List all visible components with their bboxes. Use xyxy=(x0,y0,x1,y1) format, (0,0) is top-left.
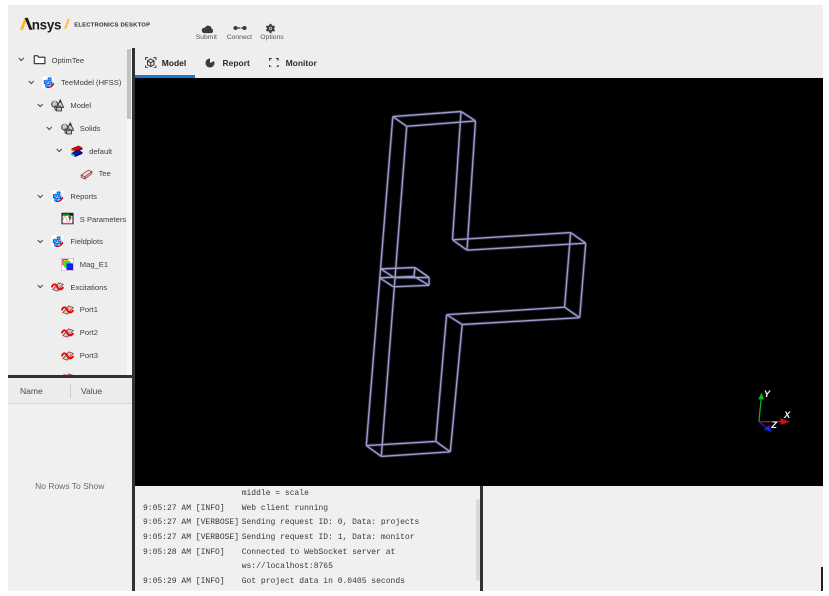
svg-text:Z: Z xyxy=(770,420,778,431)
svg-text:Y: Y xyxy=(763,389,771,400)
svg-text:X: X xyxy=(783,410,791,421)
svg-text:ELECTRONICS DESKTOP: ELECTRONICS DESKTOP xyxy=(74,23,150,29)
svg-text:nsys: nsys xyxy=(32,18,61,33)
